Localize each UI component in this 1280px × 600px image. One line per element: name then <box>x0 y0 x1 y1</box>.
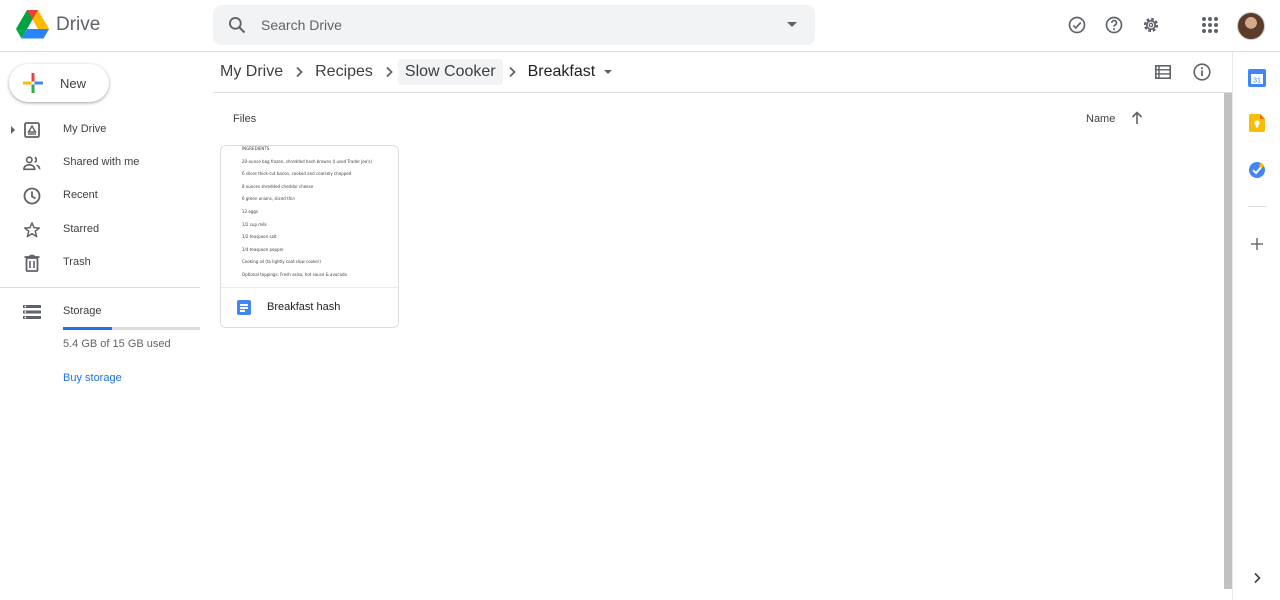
drive-logo[interactable]: Drive <box>16 10 100 39</box>
side-panel-divider <box>1248 206 1266 207</box>
sidebar-item-recent[interactable]: Recent <box>0 181 200 211</box>
new-button[interactable]: New <box>9 64 109 102</box>
chevron-right-icon <box>380 66 398 78</box>
shared-icon <box>23 154 41 172</box>
account-avatar[interactable] <box>1237 12 1265 40</box>
sidebar-item-trash[interactable]: Trash <box>0 248 200 278</box>
app-name: Drive <box>56 13 101 35</box>
sidebar-item-label: Shared with me <box>63 156 140 168</box>
sidebar-item-label: My Drive <box>63 123 107 135</box>
calendar-icon[interactable]: 31 <box>1248 69 1266 87</box>
chevron-right-icon <box>290 66 308 78</box>
calendar-day: 31 <box>1253 77 1261 84</box>
plus-icon <box>23 73 43 93</box>
drive-logo-icon <box>16 10 49 39</box>
trash-icon <box>23 254 41 272</box>
buy-storage-link[interactable]: Buy storage <box>63 372 122 384</box>
tasks-icon[interactable] <box>1248 161 1266 179</box>
sidebar-item-shared[interactable]: Shared with me <box>0 148 200 178</box>
top-bar: Drive Search Drive <box>0 0 1280 52</box>
sidebar-item-my-drive[interactable]: My Drive <box>0 115 200 145</box>
chevron-right-icon <box>503 66 521 78</box>
new-button-label: New <box>60 76 87 91</box>
expand-caret-icon[interactable] <box>11 126 15 134</box>
sidebar-item-label: Starred <box>63 223 100 235</box>
preview-line: Cooking oil (to lightly coat slow cooker… <box>242 259 321 265</box>
search-icon[interactable] <box>227 15 247 40</box>
breadcrumb-recipes[interactable]: Recipes <box>308 59 380 85</box>
sort-ascending-icon[interactable] <box>1130 111 1144 130</box>
storage-progress-bar <box>63 327 200 330</box>
files-section-label: Files <box>233 113 257 125</box>
search-options-icon[interactable] <box>787 22 797 27</box>
sidebar-item-label: Recent <box>63 189 98 201</box>
file-preview: INGREDIENTS 20-ounce bag frozen, shredde… <box>221 146 398 288</box>
side-panel: 31 <box>1232 52 1280 600</box>
list-view-icon[interactable] <box>1154 63 1172 81</box>
offline-ready-icon[interactable] <box>1065 13 1089 37</box>
recent-clock-icon <box>23 187 41 205</box>
breadcrumb-my-drive[interactable]: My Drive <box>213 59 290 85</box>
sidebar-item-starred[interactable]: Starred <box>0 215 200 245</box>
sidebar-divider <box>0 287 200 288</box>
file-name: Breakfast hash <box>267 301 341 313</box>
star-icon <box>23 221 41 239</box>
get-addons-icon[interactable] <box>1248 235 1266 253</box>
expand-panel-icon[interactable] <box>1248 569 1266 587</box>
scrollbar[interactable] <box>1224 93 1232 589</box>
storage-progress-fill <box>63 327 113 330</box>
breadcrumb-breakfast[interactable]: Breakfast <box>521 59 603 85</box>
sort-by-name-button[interactable]: Name <box>1086 113 1115 125</box>
google-docs-icon <box>237 300 251 315</box>
preview-line: 6 slices thick-cut bacon, cooked and coa… <box>242 171 352 177</box>
my-drive-icon <box>23 121 41 139</box>
keep-icon[interactable] <box>1248 114 1266 132</box>
info-icon[interactable] <box>1193 63 1211 81</box>
preview-line: INGREDIENTS <box>242 146 270 151</box>
preview-line: Optional toppings: Fresh salsa, hot sauc… <box>242 272 347 277</box>
storage-label: Storage <box>63 305 102 317</box>
sidebar-item-label: Trash <box>63 256 91 268</box>
apps-grid-icon[interactable] <box>1198 13 1222 37</box>
preview-line: 1/2 teaspoon salt <box>242 234 277 240</box>
preview-line: 8 ounces shredded cheddar cheese <box>242 183 314 189</box>
file-card[interactable]: INGREDIENTS 20-ounce bag frozen, shredde… <box>220 145 399 328</box>
toolbar-divider <box>213 92 1232 93</box>
folder-menu-caret-icon[interactable] <box>604 70 613 74</box>
help-icon[interactable] <box>1102 13 1126 37</box>
preview-line: 20-ounce bag frozen, shredded hash brown… <box>242 158 373 164</box>
search-input[interactable]: Search Drive <box>261 17 342 33</box>
preview-line: 6 green onions, sliced thin <box>242 196 295 202</box>
storage-icon <box>23 303 41 321</box>
breadcrumb: My Drive Recipes Slow Cooker Breakfast <box>213 55 613 89</box>
sidebar-item-storage[interactable]: Storage <box>0 297 200 327</box>
preview-line: 1/2 cup milk <box>242 221 267 227</box>
preview-line: 1/4 teaspoon pepper <box>242 246 284 252</box>
storage-usage-text: 5.4 GB of 15 GB used <box>63 338 171 350</box>
search-bar[interactable]: Search Drive <box>213 5 815 45</box>
settings-icon[interactable] <box>1139 13 1163 37</box>
preview-line: 12 eggs <box>242 209 258 214</box>
breadcrumb-slow-cooker[interactable]: Slow Cooker <box>397 59 503 85</box>
